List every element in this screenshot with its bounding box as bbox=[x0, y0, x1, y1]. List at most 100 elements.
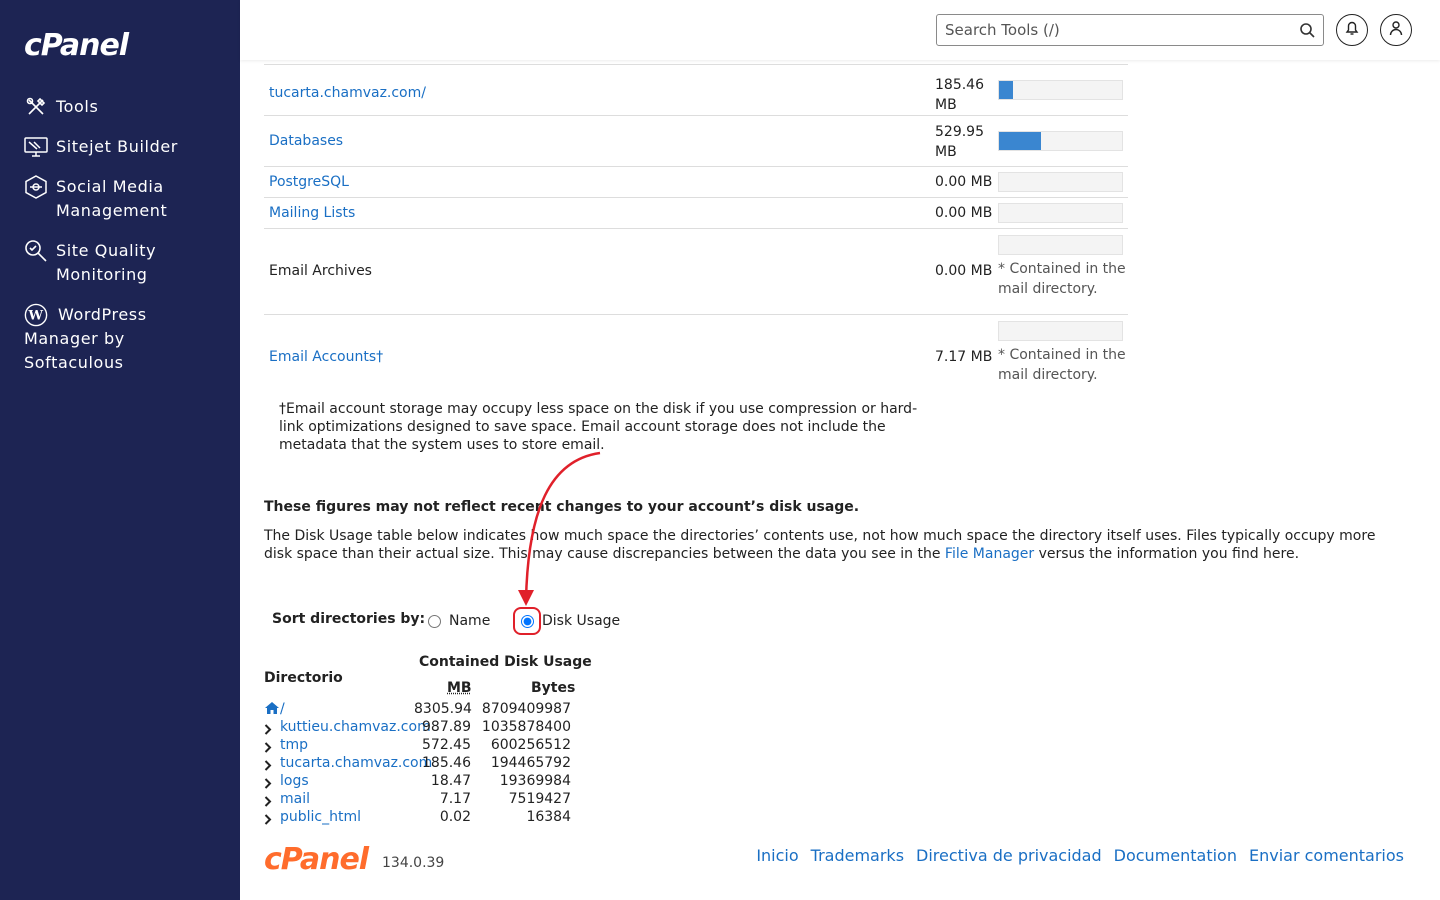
usage-bar bbox=[998, 203, 1123, 223]
sidebar-item-label: Tools bbox=[56, 97, 99, 116]
table-row: kuttieu.chamvaz.com 987.89 1035878400 bbox=[264, 718, 584, 736]
table-row: tucarta.chamvaz.com 185.46 194465792 bbox=[264, 754, 584, 772]
usage-row-link[interactable]: tucarta.chamvaz.com/ bbox=[269, 85, 426, 101]
version-number: 134.0.39 bbox=[382, 855, 445, 871]
table-row: mail 7.17 7519427 bbox=[264, 790, 584, 808]
usage-size: 185.46 MB bbox=[935, 77, 984, 113]
directory-link[interactable]: kuttieu.chamvaz.com bbox=[280, 718, 431, 736]
footer-link-home[interactable]: Inicio bbox=[756, 846, 798, 865]
warning-text-after: versus the information you find here. bbox=[1034, 546, 1300, 562]
directory-link[interactable]: / bbox=[280, 700, 285, 718]
sidebar-item-site-quality[interactable]: Site Quality Monitoring bbox=[24, 239, 224, 287]
dir-bytes: 1035878400 bbox=[481, 719, 571, 735]
file-manager-link[interactable]: File Manager bbox=[945, 546, 1034, 562]
cpanel-logo[interactable]: cPanel bbox=[24, 28, 129, 63]
usage-size: 529.95 MB bbox=[935, 124, 984, 160]
annotation-highlight bbox=[513, 607, 541, 635]
sidebar-item-tools[interactable]: Tools bbox=[24, 95, 98, 119]
sort-name-label: Name bbox=[449, 613, 491, 629]
usage-row: Email Archives 0.00 MB * Contained in th… bbox=[264, 228, 1128, 314]
directory-link[interactable]: mail bbox=[280, 790, 310, 808]
table-row: public_html 0.02 16384 bbox=[264, 808, 584, 826]
usage-row: Databases 529.95 MB bbox=[264, 115, 1128, 166]
dir-bytes: 600256512 bbox=[490, 737, 571, 753]
top-bar bbox=[240, 0, 1440, 60]
usage-bar-fill bbox=[999, 132, 1041, 150]
usage-row-link[interactable]: Email Accounts† bbox=[269, 349, 383, 365]
usage-note: * Contained in the mail directory. bbox=[998, 347, 1126, 383]
usage-bar-fill bbox=[999, 81, 1013, 99]
dir-mb: 18.47 bbox=[430, 773, 471, 789]
dir-bytes: 16384 bbox=[526, 809, 571, 825]
footer-links: Inicio Trademarks Directiva de privacida… bbox=[756, 846, 1404, 865]
usage-bar bbox=[998, 172, 1123, 192]
usage-row: PostgreSQL 0.00 MB bbox=[264, 166, 1128, 197]
directory-link[interactable]: logs bbox=[280, 772, 309, 790]
table-row: tmp 572.45 600256512 bbox=[264, 736, 584, 754]
usage-bar bbox=[998, 80, 1123, 100]
user-icon bbox=[1389, 20, 1403, 40]
header-contained-usage: Contained Disk Usage bbox=[419, 654, 592, 670]
bell-icon bbox=[1345, 20, 1359, 40]
dir-mb: 185.46 bbox=[422, 755, 471, 771]
dir-mb: 8305.94 bbox=[414, 701, 472, 717]
dir-bytes: 8709409987 bbox=[481, 701, 571, 717]
usage-row: tucarta.chamvaz.com/ 185.46 MB bbox=[264, 64, 1128, 115]
monitor-icon bbox=[24, 135, 48, 159]
dir-bytes: 7519427 bbox=[508, 791, 571, 807]
email-storage-footnote: †Email account storage may occupy less s… bbox=[279, 401, 918, 453]
usage-bar bbox=[998, 131, 1123, 151]
sidebar-item-label: Site Quality Monitoring bbox=[56, 241, 157, 284]
usage-bar bbox=[998, 235, 1123, 255]
dir-bytes: 19369984 bbox=[499, 773, 571, 789]
usage-row: Email Accounts† 7.17 MB * Contained in t… bbox=[264, 314, 1128, 394]
warning-text: The Disk Usage table below indicates how… bbox=[264, 527, 1404, 563]
dir-mb: 572.45 bbox=[422, 737, 471, 753]
sort-name-radio[interactable] bbox=[428, 614, 441, 628]
footer-link-trademarks[interactable]: Trademarks bbox=[811, 846, 904, 865]
dir-mb: 987.89 bbox=[422, 719, 471, 735]
sort-label: Sort directories by: bbox=[272, 611, 426, 627]
footer-cpanel-logo[interactable]: cPanel bbox=[264, 842, 369, 877]
search-box[interactable] bbox=[936, 14, 1324, 46]
main-content: tucarta.chamvaz.com/ 185.46 MB Databases… bbox=[240, 60, 1440, 900]
usage-note: * Contained in the mail directory. bbox=[998, 261, 1126, 297]
usage-row-link[interactable]: PostgreSQL bbox=[269, 174, 349, 190]
usage-bar bbox=[998, 321, 1123, 341]
dir-mb: 7.17 bbox=[439, 791, 471, 807]
footer-link-privacy[interactable]: Directiva de privacidad bbox=[916, 846, 1102, 865]
search-icon[interactable] bbox=[1299, 22, 1315, 42]
directory-link[interactable]: tmp bbox=[280, 736, 308, 754]
header-directory: Directorio bbox=[264, 670, 343, 686]
sidebar-item-sitejet[interactable]: Sitejet Builder bbox=[24, 135, 178, 159]
wordpress-icon: W bbox=[24, 303, 48, 327]
sort-disk-usage-label: Disk Usage bbox=[542, 613, 621, 629]
directory-link[interactable]: public_html bbox=[280, 808, 361, 826]
usage-row-link[interactable]: Databases bbox=[269, 133, 343, 149]
sidebar-item-label: Sitejet Builder bbox=[56, 137, 178, 156]
annotation-arrow bbox=[518, 451, 601, 606]
tools-icon bbox=[24, 95, 48, 119]
chevron-right-icon[interactable] bbox=[264, 812, 272, 830]
sort-by-name-option[interactable]: Name bbox=[428, 613, 490, 629]
user-menu-button[interactable] bbox=[1380, 14, 1412, 46]
search-input[interactable] bbox=[937, 15, 1277, 45]
sidebar-item-wordpress[interactable]: W WordPress Manager by Softaculous bbox=[24, 303, 204, 375]
usage-row-name: Email Archives bbox=[269, 263, 372, 279]
social-icon bbox=[24, 175, 48, 199]
dir-bytes: 194465792 bbox=[490, 755, 571, 771]
table-row: logs 18.47 19369984 bbox=[264, 772, 584, 790]
directory-link[interactable]: tucarta.chamvaz.com bbox=[280, 754, 432, 772]
sidebar: cPanel Tools Sitejet Builder Social Medi… bbox=[0, 0, 240, 900]
footer-link-documentation[interactable]: Documentation bbox=[1114, 846, 1237, 865]
sidebar-item-label: Social Media Management bbox=[56, 177, 168, 220]
table-row: / 8305.94 8709409987 bbox=[264, 700, 584, 718]
footer-link-feedback[interactable]: Enviar comentarios bbox=[1249, 846, 1404, 865]
sidebar-item-social-media[interactable]: Social Media Management bbox=[24, 175, 224, 223]
header-bytes: Bytes bbox=[531, 680, 576, 696]
usage-row-link[interactable]: Mailing Lists bbox=[269, 205, 355, 221]
notifications-button[interactable] bbox=[1336, 14, 1368, 46]
magnifier-icon bbox=[24, 239, 48, 263]
svg-text:W: W bbox=[27, 309, 43, 324]
header-mb: MB bbox=[447, 680, 472, 696]
